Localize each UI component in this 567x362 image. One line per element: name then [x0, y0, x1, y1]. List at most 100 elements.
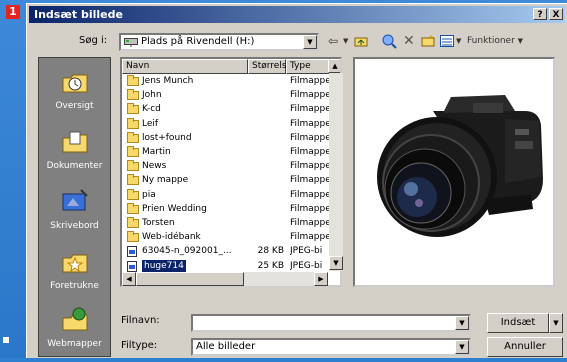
file-row[interactable]: huge714 25 KB JPEG-bi — [122, 258, 327, 274]
file-row[interactable]: John Filmappe — [122, 89, 330, 102]
file-name: huge714 — [141, 258, 187, 274]
chevron-down-icon: ▼ — [517, 37, 524, 45]
decorative-marker — [3, 337, 9, 343]
folder-icon — [127, 160, 139, 172]
insert-button[interactable]: Indsæt — [487, 313, 549, 333]
file-type: Filmappe — [290, 203, 330, 214]
views-dropdown-icon[interactable]: ▼ — [456, 31, 461, 51]
tools-label: Funktioner — [467, 36, 515, 46]
folder-icon — [127, 103, 139, 115]
chevron-down-icon[interactable]: ▼ — [455, 340, 469, 354]
folder-icon — [127, 146, 139, 157]
column-header-type[interactable]: Type — [286, 59, 332, 74]
scrollbar-thumb[interactable] — [136, 272, 244, 286]
file-row[interactable]: lost+found Filmappe — [122, 131, 330, 145]
file-type: Filmappe — [290, 218, 330, 228]
file-row[interactable]: Web-idébank Filmappe — [122, 231, 330, 244]
place-history[interactable]: Oversigt — [39, 64, 110, 124]
insert-label: Indsæt — [500, 317, 536, 328]
file-row[interactable]: K-cd Filmappe — [122, 103, 330, 116]
folder-icon — [127, 174, 139, 186]
file-name: Ny mappe — [142, 175, 189, 186]
column-header-size[interactable]: Størrelse — [248, 59, 292, 74]
file-type: JPEG-bi — [290, 260, 323, 271]
file-type: Filmappe — [290, 104, 330, 115]
file-type: Filmappe — [290, 132, 330, 143]
title-bar: Indsæt billede ? X — [29, 6, 565, 23]
jpeg-file-icon — [127, 260, 137, 272]
help-button[interactable]: ? — [533, 8, 547, 20]
chevron-down-icon[interactable]: ▼ — [455, 316, 469, 330]
insert-picture-dialog: Indsæt billede ? X Søg i: Plads på Riven… — [26, 3, 567, 358]
file-name: News — [142, 161, 167, 172]
folder-icon — [127, 131, 139, 143]
column-header-name[interactable]: Navn — [122, 59, 248, 74]
folder-icon — [127, 188, 139, 200]
file-row[interactable]: Ny mappe Filmappe — [122, 174, 330, 187]
place-desktop[interactable]: Skrivebord — [39, 184, 110, 244]
folder-icon — [127, 89, 139, 101]
scroll-left-icon[interactable]: ◀ — [122, 272, 136, 286]
scroll-up-icon[interactable]: ▲ — [328, 59, 340, 73]
file-row[interactable]: Leif Filmappe — [122, 117, 330, 131]
file-type: JPEG-bi — [290, 246, 323, 257]
insert-dropdown-button[interactable]: ▼ — [549, 313, 563, 333]
file-row[interactable]: Torsten Filmappe — [122, 217, 330, 230]
file-row[interactable]: News Filmappe — [122, 160, 330, 173]
place-web-folders[interactable]: Webmapper — [39, 302, 110, 362]
scroll-right-icon[interactable]: ▶ — [314, 272, 328, 286]
file-name: 63045-n_092001_... — [142, 246, 232, 257]
lookin-value: Plads på Rivendell (H:) — [141, 36, 255, 47]
file-row[interactable]: 63045-n_092001_... 28 KB JPEG-bi — [122, 245, 327, 258]
place-label: Oversigt — [55, 101, 94, 111]
folder-icon — [127, 117, 139, 129]
file-name: lost+found — [142, 132, 192, 143]
close-button[interactable]: X — [549, 8, 563, 20]
file-list[interactable]: Navn Størrelse Type ▲ Jens Munch Filmappe… — [120, 57, 342, 287]
file-type: Filmappe — [290, 175, 330, 186]
tools-menu[interactable]: Funktioner ▼ — [467, 31, 523, 51]
place-favorites[interactable]: Foretrukne — [39, 244, 110, 304]
place-documents[interactable]: Dokumenter — [39, 124, 110, 184]
file-size: 28 KB — [257, 246, 284, 257]
lookin-label: Søg i: — [79, 35, 108, 46]
filetype-value: Alle billeder — [196, 341, 256, 352]
delete-icon[interactable]: ✕ — [403, 31, 415, 51]
step-badge: 1 — [6, 5, 20, 19]
cancel-button[interactable]: Annuller — [487, 337, 563, 357]
up-folder-icon[interactable] — [354, 35, 368, 55]
file-name: Martin — [142, 147, 171, 157]
file-name: Torsten — [142, 218, 175, 228]
column-headers: Navn Størrelse Type ▲ — [122, 59, 340, 74]
search-web-icon[interactable] — [382, 34, 397, 54]
back-icon[interactable]: ⇦ — [328, 31, 338, 51]
views-icon[interactable] — [440, 35, 454, 55]
desktop-icon — [62, 189, 88, 211]
folder-icon — [127, 217, 139, 228]
filename-input[interactable]: ▼ — [191, 314, 471, 332]
image-preview — [353, 57, 555, 287]
file-row[interactable]: Martin Filmappe — [122, 146, 330, 159]
back-dropdown-icon[interactable]: ▼ — [343, 31, 348, 51]
chevron-down-icon[interactable]: ▼ — [303, 35, 317, 49]
file-name: John — [142, 90, 162, 101]
file-row[interactable]: pia Filmappe — [122, 188, 330, 202]
new-folder-icon[interactable] — [421, 35, 435, 55]
filetype-select[interactable]: Alle billeder ▼ — [191, 338, 471, 356]
documents-icon — [62, 131, 87, 153]
file-type: Filmappe — [290, 90, 330, 101]
file-type: Filmappe — [290, 76, 330, 86]
lookin-combo[interactable]: Plads på Rivendell (H:) ▼ — [119, 33, 319, 51]
file-name: pia — [142, 189, 156, 200]
places-bar: Oversigt Dokumenter Skrivebord Foretrukn… — [38, 57, 111, 357]
favorites-icon — [62, 254, 87, 273]
file-row[interactable]: Jens Munch Filmappe — [122, 75, 330, 88]
vertical-scrollbar[interactable]: ▼ — [329, 73, 343, 271]
file-name: Jens Munch — [142, 76, 194, 86]
scroll-down-icon[interactable]: ▼ — [329, 256, 343, 270]
jpeg-file-icon — [127, 246, 137, 258]
horizontal-scrollbar[interactable]: ◀ ▶ — [122, 272, 328, 286]
filename-label: Filnavn: — [121, 315, 160, 326]
file-row[interactable]: Prien Wedding Filmappe — [122, 202, 330, 216]
place-label: Skrivebord — [50, 221, 99, 231]
